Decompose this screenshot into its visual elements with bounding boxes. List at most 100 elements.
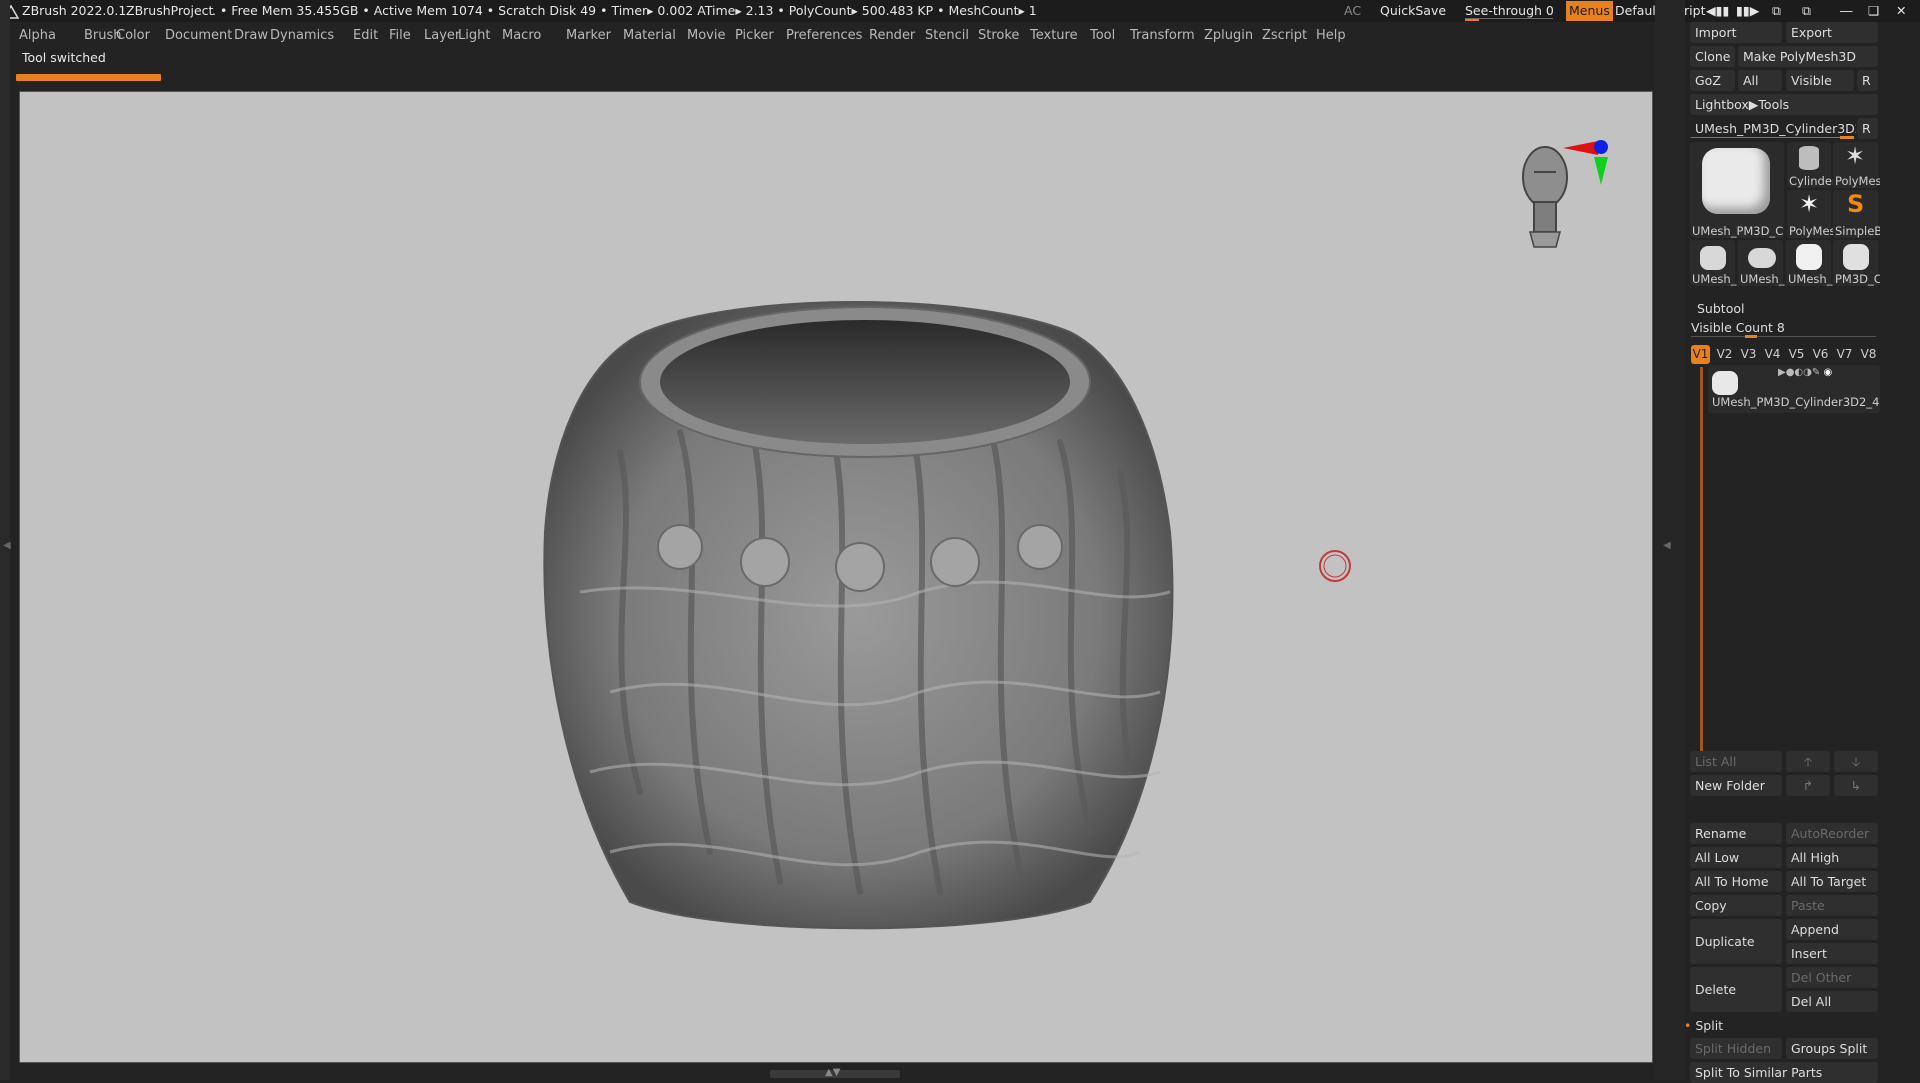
layout-icon-1[interactable]: ◀▮▮ xyxy=(1706,0,1729,22)
window-icon-1[interactable]: ⧉ xyxy=(1772,0,1781,22)
menu-item-light[interactable]: Light xyxy=(458,25,490,47)
right-tray-arrow-icon[interactable]: ◀ xyxy=(1663,540,1671,551)
menu-item-stroke[interactable]: Stroke xyxy=(978,25,1019,47)
tool-thumb-s3[interactable]: UMesh_ xyxy=(1786,240,1832,286)
subtool-list-scrollbar[interactable] xyxy=(1700,367,1703,767)
visibility-tab-v5[interactable]: V5 xyxy=(1787,345,1806,364)
restore-icon[interactable]: ❑ xyxy=(1868,0,1879,22)
tool-thumb-main[interactable]: UMesh_PM3D_C xyxy=(1690,142,1784,238)
autoreorder-button[interactable]: AutoReorder xyxy=(1786,823,1878,844)
quicksave-button[interactable]: QuickSave xyxy=(1380,0,1446,22)
all-low-button[interactable]: All Low xyxy=(1690,847,1782,868)
menu-item-zscript[interactable]: Zscript xyxy=(1262,25,1307,47)
tool-thumb-s1[interactable]: UMesh_ xyxy=(1690,240,1736,286)
menu-item-picker[interactable]: Picker xyxy=(735,25,774,47)
menu-item-dynamics[interactable]: Dynamics xyxy=(270,25,334,47)
tool-thumb-simplebrush[interactable]: S SimpleB xyxy=(1833,190,1880,238)
layout-icon-2[interactable]: ▮▮▶ xyxy=(1736,0,1759,22)
menu-item-zplugin[interactable]: Zplugin xyxy=(1204,25,1253,47)
menu-item-edit[interactable]: Edit xyxy=(353,25,378,47)
menu-item-transform[interactable]: Transform xyxy=(1130,25,1195,47)
menu-item-help[interactable]: Help xyxy=(1316,25,1346,47)
menu-item-document[interactable]: Document xyxy=(165,25,232,47)
tool-thumb-polymesh-1[interactable]: ✶ PolyMes xyxy=(1833,142,1880,188)
right-tray[interactable]: ◀ xyxy=(1655,0,1685,1080)
goz-r-button[interactable]: R xyxy=(1857,70,1878,91)
menu-item-stencil[interactable]: Stencil xyxy=(925,25,969,47)
menu-item-movie[interactable]: Movie xyxy=(687,25,725,47)
left-tray-arrow-icon[interactable]: ◀ xyxy=(3,540,11,551)
canvas-viewport[interactable] xyxy=(19,91,1653,1063)
current-tool-r-button[interactable]: R xyxy=(1857,118,1878,139)
visibility-tab-v8[interactable]: V8 xyxy=(1859,345,1878,364)
list-all-button[interactable]: List All xyxy=(1690,751,1782,772)
subtool-toggle-icons[interactable]: ▶●◐◑✎ ◉ xyxy=(1778,367,1832,378)
bottom-tray-arrow-icon[interactable]: ▲▼ xyxy=(825,1067,840,1078)
split-hidden-button[interactable]: Split Hidden xyxy=(1690,1038,1782,1059)
move-down-icon[interactable]: 🡣 xyxy=(1834,751,1878,772)
menu-item-color[interactable]: Color xyxy=(116,25,150,47)
current-tool-slider[interactable]: UMesh_PM3D_Cylinder3D2_4 xyxy=(1690,118,1856,139)
folder-up-icon[interactable]: ↱ xyxy=(1786,775,1830,796)
menu-item-file[interactable]: File xyxy=(389,25,411,47)
tool-thumb-s4[interactable]: PM3D_C xyxy=(1833,240,1880,286)
subtool-header[interactable]: Subtool xyxy=(1697,301,1744,316)
visible-count-slider[interactable]: Visible Count 8 xyxy=(1691,320,1785,335)
all-high-button[interactable]: All High xyxy=(1786,847,1878,868)
copy-button[interactable]: Copy xyxy=(1690,895,1782,916)
duplicate-button[interactable]: Duplicate xyxy=(1690,919,1782,964)
menu-item-draw[interactable]: Draw xyxy=(234,25,268,47)
menu-item-tool[interactable]: Tool xyxy=(1090,25,1115,47)
menus-toggle[interactable]: Menus xyxy=(1566,1,1613,21)
menu-item-alpha[interactable]: Alpha xyxy=(19,25,56,47)
make-polymesh-button[interactable]: Make PolyMesh3D xyxy=(1738,46,1878,67)
visibility-tab-v1[interactable]: V1 xyxy=(1691,345,1710,364)
goz-visible-button[interactable]: Visible xyxy=(1786,70,1854,91)
clone-button[interactable]: Clone xyxy=(1690,46,1735,67)
rename-button[interactable]: Rename xyxy=(1690,823,1782,844)
append-button[interactable]: Append xyxy=(1786,919,1878,940)
goz-all-button[interactable]: All xyxy=(1738,70,1782,91)
orientation-gizmo[interactable] xyxy=(1520,127,1610,261)
left-tray[interactable]: ◀ xyxy=(0,0,11,1080)
visibility-tab-v3[interactable]: V3 xyxy=(1739,345,1758,364)
folder-down-icon[interactable]: ↳ xyxy=(1834,775,1878,796)
delete-button[interactable]: Delete xyxy=(1690,967,1782,1012)
close-icon[interactable]: ✕ xyxy=(1896,0,1906,22)
menu-item-macro[interactable]: Macro xyxy=(502,25,541,47)
lightbox-tools-button[interactable]: Lightbox▶Tools xyxy=(1690,94,1878,115)
goz-button[interactable]: GoZ xyxy=(1690,70,1735,91)
bottom-tray-handle[interactable]: ▲▼ xyxy=(770,1067,900,1078)
menu-item-texture[interactable]: Texture xyxy=(1030,25,1078,47)
all-to-target-button[interactable]: All To Target xyxy=(1786,871,1878,892)
groups-split-button[interactable]: Groups Split xyxy=(1786,1038,1878,1059)
paste-button[interactable]: Paste xyxy=(1786,895,1878,916)
see-through-slider[interactable]: See-through 0 xyxy=(1465,0,1554,22)
export-button[interactable]: Export xyxy=(1786,22,1878,43)
menu-item-material[interactable]: Material xyxy=(623,25,676,47)
tool-thumb-cylinder[interactable]: Cylinder xyxy=(1787,142,1833,188)
minimize-icon[interactable]: ― xyxy=(1840,0,1853,22)
visibility-tab-v2[interactable]: V2 xyxy=(1715,345,1734,364)
tool-thumb-polymesh-2[interactable]: ✶ PolyMes xyxy=(1787,190,1833,238)
split-section-header[interactable]: • Split xyxy=(1684,1018,1723,1033)
menu-item-layer[interactable]: Layer xyxy=(424,25,460,47)
menu-item-render[interactable]: Render xyxy=(869,25,915,47)
menu-item-preferences[interactable]: Preferences xyxy=(786,25,862,47)
all-to-home-button[interactable]: All To Home xyxy=(1690,871,1782,892)
new-folder-button[interactable]: New Folder xyxy=(1690,775,1782,796)
menu-item-marker[interactable]: Marker xyxy=(566,25,611,47)
visibility-tab-v7[interactable]: V7 xyxy=(1835,345,1854,364)
visibility-tab-v6[interactable]: V6 xyxy=(1811,345,1830,364)
window-icon-2[interactable]: ⧉ xyxy=(1802,0,1811,22)
import-button[interactable]: Import xyxy=(1690,22,1782,43)
eye-icon[interactable]: ◉ xyxy=(1823,367,1832,378)
ac-label[interactable]: AC xyxy=(1344,0,1361,22)
visibility-tab-v4[interactable]: V4 xyxy=(1763,345,1782,364)
subtool-item[interactable]: ▶●◐◑✎ ◉ UMesh_PM3D_Cylinder3D2_4 xyxy=(1708,365,1880,413)
insert-button[interactable]: Insert xyxy=(1786,943,1878,964)
del-other-button[interactable]: Del Other xyxy=(1786,967,1878,988)
del-all-button[interactable]: Del All xyxy=(1786,991,1878,1012)
tool-thumb-s2[interactable]: UMesh_ xyxy=(1738,240,1784,286)
move-up-icon[interactable]: 🡡 xyxy=(1786,751,1830,772)
